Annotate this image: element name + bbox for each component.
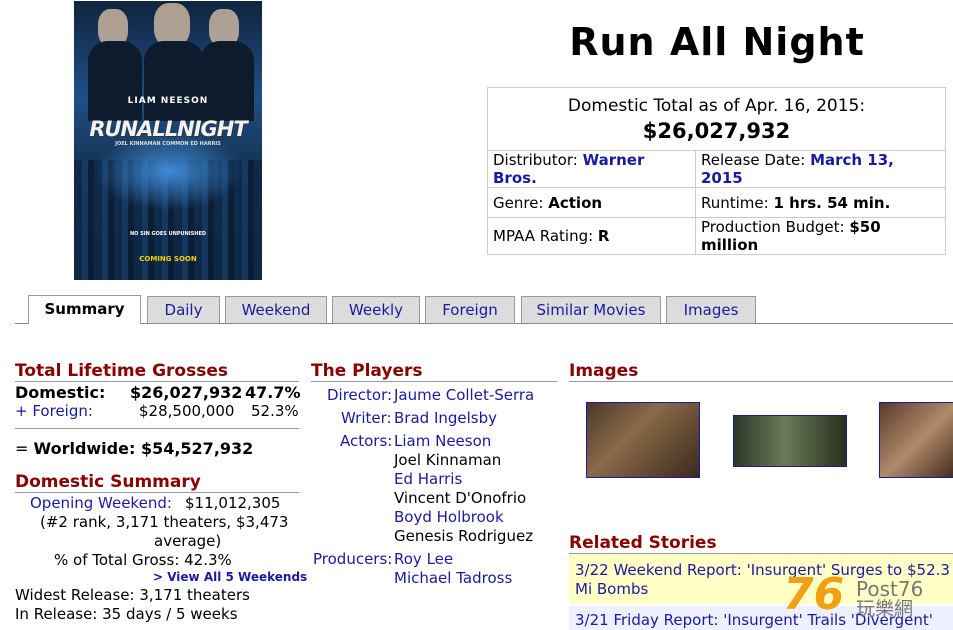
runtime-label: Runtime: (701, 193, 774, 212)
poster-figure (200, 41, 254, 121)
worldwide-prefix: = (15, 439, 34, 458)
domestic-summary-title: Domestic Summary (15, 472, 201, 492)
watermark-brand: Post76 (856, 577, 924, 601)
movie-poster[interactable]: LIAM NEESON RUNALLNIGHT JOEL KINNAMAN CO… (74, 1, 262, 280)
genre-value: Action (548, 193, 603, 212)
mpaa-value: R (597, 227, 610, 245)
poster-star: LIAM NEESON (127, 96, 209, 106)
tab-summary[interactable]: Summary (28, 295, 141, 324)
tab-similar-movies[interactable]: Similar Movies (521, 296, 661, 323)
actor-name: Joel Kinnaman (394, 451, 502, 469)
release-label: Release Date: (701, 151, 811, 169)
director-link[interactable]: Jaume Collet-Serra (394, 386, 534, 405)
movie-still-thumbnail[interactable] (879, 402, 953, 478)
page-title: Run All Night (569, 20, 865, 64)
watermark-number: 76 (783, 569, 845, 620)
runtime-value: 1 hrs. 54 min. (773, 193, 891, 212)
poster-title: RUNALLNIGHT (89, 117, 247, 141)
domestic-total-value: $26,027,932 (642, 119, 791, 143)
movie-info-table: Domestic Total as of Apr. 16, 2015: $26,… (487, 87, 946, 255)
foreign-link[interactable]: + Foreign: (15, 402, 93, 421)
actor-link[interactable]: Boyd Holbrook (394, 508, 504, 527)
poster-tagline: NO SIN GOES UNPUNISHED (129, 231, 207, 237)
widest-release: Widest Release: 3,171 theaters (15, 586, 250, 604)
worldwide-total: = Worldwide: $54,527,932 (15, 439, 253, 458)
domestic-total-label: Domestic Total as of Apr. 16, 2015: (567, 96, 866, 116)
movie-still-thumbnail[interactable] (733, 415, 847, 467)
pct-total-gross: % of Total Gross: 42.3% (54, 551, 232, 569)
opening-detail: average) (154, 532, 222, 550)
divider (15, 428, 299, 429)
director-label: Director: (327, 386, 393, 404)
view-all-weekends-link[interactable]: > View All 5 Weekends (153, 570, 307, 584)
foreign-pct: 52.3% (251, 402, 299, 420)
tab-foreign[interactable]: Foreign (425, 296, 515, 323)
opening-detail: (#2 rank, 3,171 theaters, $3,473 (40, 513, 289, 531)
divider (15, 381, 299, 382)
domestic-value: $26,027,932 (130, 383, 243, 402)
genre-label: Genre: (493, 193, 549, 212)
domestic-label: Domestic: (15, 383, 106, 402)
worldwide-value: Worldwide: $54,527,932 (33, 439, 254, 458)
budget-label: Production Budget: (701, 218, 850, 236)
genre-cell: Genre: Action (487, 187, 696, 218)
opening-weekend-link[interactable]: Opening Weekend: (30, 494, 172, 513)
writer-link[interactable]: Brad Ingelsby (394, 409, 497, 428)
poster-cast: JOEL KINNAMAN COMMON ED HARRIS (115, 141, 221, 147)
images-title: Images (569, 361, 639, 381)
players-title: The Players (311, 361, 423, 381)
release-cell: Release Date: March 13, 2015 (695, 150, 946, 188)
poster-coming: COMING SOON (139, 255, 197, 263)
tab-images[interactable]: Images (666, 296, 756, 323)
tab-weekly[interactable]: Weekly (332, 296, 420, 323)
runtime-cell: Runtime: 1 hrs. 54 min. (695, 187, 946, 218)
mpaa-cell: MPAA Rating: R (487, 217, 696, 255)
foreign-value: $28,500,000 (139, 402, 235, 420)
related-stories-title: Related Stories (569, 533, 717, 553)
poster-figure (88, 41, 142, 121)
actor-link[interactable]: Liam Neeson (394, 432, 491, 451)
actors-label: Actors: (340, 432, 393, 450)
domestic-pct: 47.7% (245, 383, 301, 402)
grosses-title: Total Lifetime Grosses (15, 361, 228, 381)
actor-link[interactable]: Ed Harris (394, 470, 462, 489)
tab-weekend[interactable]: Weekend (225, 296, 327, 323)
watermark-chinese: 玩樂網 (856, 598, 914, 620)
divider (569, 381, 953, 382)
producer-link[interactable]: Roy Lee (394, 550, 453, 569)
distributor-label: Distributor: (493, 151, 583, 169)
domestic-total: Domestic Total as of Apr. 16, 2015: $26,… (487, 87, 946, 151)
poster-figure (144, 41, 204, 121)
mpaa-label: MPAA Rating: (493, 227, 598, 245)
movie-still-thumbnail[interactable] (586, 402, 700, 478)
producers-label: Producers: (313, 550, 393, 568)
actor-name: Vincent D'Onofrio (394, 489, 527, 507)
distributor-cell: Distributor: Warner Bros. (487, 150, 696, 188)
writer-label: Writer: (341, 409, 392, 427)
budget-cell: Production Budget: $50 million (695, 217, 946, 255)
in-release: In Release: 35 days / 5 weeks (15, 605, 238, 623)
tab-daily[interactable]: Daily (147, 296, 220, 323)
divider (15, 492, 299, 493)
actor-name: Genesis Rodriguez (394, 527, 534, 545)
opening-weekend-value: $11,012,305 (185, 494, 281, 512)
producer-link[interactable]: Michael Tadross (394, 569, 512, 588)
divider (311, 381, 557, 382)
